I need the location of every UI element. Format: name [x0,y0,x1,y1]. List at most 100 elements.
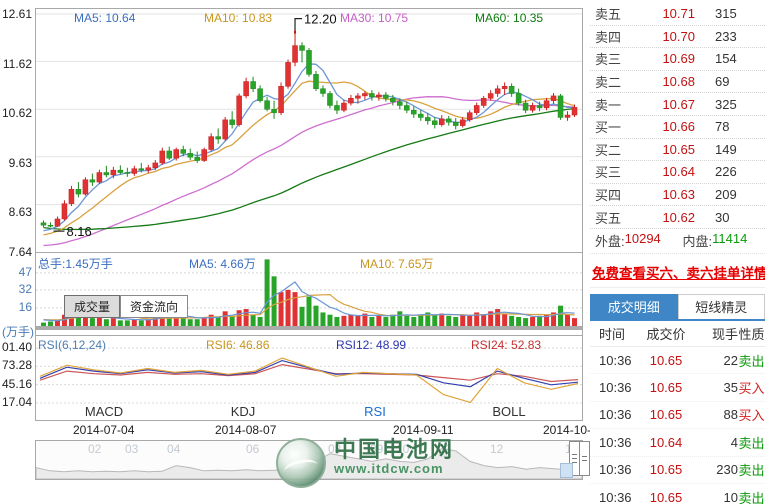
order-book-level-label: 卖四 [590,27,635,46]
volume-tab-volume[interactable]: 成交量 [64,295,120,318]
volume-legend-label: MA5: 4.66万 [189,255,256,272]
tick-price: 10.65 [638,407,694,422]
price-axis-label: 11.62 [0,58,32,70]
order-book-row: 买四10.63209 [590,184,765,207]
tick-price: 10.65 [638,462,694,477]
tick-time: 10:36 [590,490,638,504]
volume-legend-label: MA10: 7.65万 [360,255,433,272]
order-book-volume: 226 [695,164,765,179]
svg-text:8.16: 8.16 [66,224,91,239]
inner-volume-value: 11414 [712,231,747,250]
outer-volume-value: 10294 [625,231,661,250]
order-book-level-label: 卖三 [590,49,635,68]
indicator-tab-rsi[interactable]: RSI [343,404,407,419]
order-book-volume: 78 [695,119,765,134]
tick-time: 10:36 [590,407,638,422]
volume-legend-label: 总手:1.45万手 [38,255,113,272]
volume-chart [36,253,582,335]
volume-axis-label: 32 [0,283,32,295]
rsi-legend-label: RSI24: 52.83 [471,338,541,352]
tick-time: 10:36 [590,462,638,477]
outer-volume-label: 外盘: [590,231,625,250]
inner-volume-label: 内盘: [678,231,713,250]
rsi-legend-label: RSI6: 46.86 [206,338,269,352]
date-axis-label: 2014-08-07 [215,423,276,437]
tick-volume: 22 [694,353,738,368]
tick-time: 10:36 [590,435,638,450]
order-book-row: 卖四10.70233 [590,26,765,49]
promo-link[interactable]: 免费查看买六、卖六挂单详情！ [590,259,765,288]
rsi-legend-label: RSI12: 48.99 [336,338,406,352]
tick-price: 10.64 [638,435,694,450]
price-axis-label: 9.63 [0,157,32,169]
price-axis-label: 10.62 [0,107,32,119]
tick-time: 10:36 [590,380,638,395]
tick-header-col: 现手 [694,324,738,343]
order-book-price: 10.66 [635,119,695,134]
detail-tab-genie[interactable]: 短线精灵 [678,294,765,319]
volume-unit-label: (万手) [0,326,34,338]
navigator-month-label: 09 [370,442,383,456]
order-book-volume: 149 [695,142,765,157]
navigator-month-label: 08 [328,442,341,456]
date-axis-label: 2014-09-11 [393,423,454,437]
tick-volume: 35 [694,380,738,395]
candlestick-chart: 12.20 8.16 [36,9,582,252]
order-book-row: 卖二10.6869 [590,71,765,94]
tick-row: 10:3610.644卖出 [590,429,765,456]
order-book-row: 卖三10.69154 [590,48,765,71]
ma-legend-label: MA60: 10.35 [475,11,543,25]
order-book-price: 10.65 [635,142,695,157]
detail-tabs: 成交明细短线精灵 [590,294,765,321]
order-book-volume: 69 [695,74,765,89]
navigator-pane[interactable]: 0203040607080910111214 [35,440,583,480]
order-book-volume: 233 [695,29,765,44]
tick-price: 10.65 [638,380,694,395]
rsi-axis-label: 45.16 [0,378,32,390]
order-book-level-label: 买一 [590,117,635,136]
order-book-price: 10.70 [635,29,695,44]
rsi-legend-label: RSI(6,12,24) [38,338,106,352]
date-axis-label: 2014-07-04 [73,423,134,437]
indicator-tab-macd[interactable]: MACD [72,404,136,419]
tick-volume: 10 [694,490,738,504]
tick-row: 10:3610.6522卖出 [590,347,765,374]
order-book-volume: 325 [695,97,765,112]
tick-side: 买入 [738,378,765,397]
order-book-price: 10.67 [635,97,695,112]
indicator-tab-kdj[interactable]: KDJ [211,404,275,419]
navigator-month-label: 02 [88,442,101,456]
tick-table: 10:3610.6522卖出10:3610.6535买入10:3610.6588… [590,347,765,504]
order-book-price: 10.68 [635,74,695,89]
price-axis-label: 8.63 [0,206,32,218]
tick-volume: 230 [694,462,738,477]
stock-chart-window: 12.208.16 MA5: 10.64MA10: 10.83MA30: 10.… [0,0,765,504]
ma-legend-label: MA30: 10.75 [340,11,408,25]
volume-source-tabs: 成交量资金流向 [64,295,188,318]
price-axis-label: 7.64 [0,246,32,258]
price-chart-pane: 12.208.16 MA5: 10.64MA10: 10.83MA30: 10.… [35,8,583,253]
volume-axis-label: 16 [0,301,32,313]
navigator-month-label: 06 [246,442,259,456]
detail-tab-tick[interactable]: 成交明细 [590,294,678,319]
outer-inner-volume-row: 外盘: 10294 内盘: 11414 [590,229,765,254]
tick-time: 10:36 [590,353,638,368]
order-book: 卖五10.71315卖四10.70233卖三10.69154卖二10.6869卖… [590,0,765,229]
navigator-range-end[interactable] [560,463,573,478]
volume-pane: 总手:1.45万手 MA5: 4.66万 MA10: 7.65万 成交量资金流向 [35,252,583,336]
volume-axis-label: 47 [0,266,32,278]
order-book-price: 10.64 [635,164,695,179]
volume-tab-moneyflow[interactable]: 资金流向 [120,295,188,318]
order-book-row: 卖五10.71315 [590,3,765,26]
tick-volume: 4 [694,435,738,450]
rsi-pane: RSI(6,12,24) RSI6: 46.86 RSI12: 48.99 RSI24… [35,335,583,421]
svg-text:12.20: 12.20 [304,12,337,27]
tick-table-header: 时间成交价现手性质 [590,321,765,347]
tick-row: 10:3610.6588买入 [590,402,765,429]
order-book-volume: 209 [695,187,765,202]
rsi-axis-label: 73.28 [0,359,32,371]
order-book-level-label: 买五 [590,208,635,227]
tick-row: 10:3610.6535买入 [590,374,765,401]
indicator-tab-boll[interactable]: BOLL [477,404,541,419]
tick-row: 10:3610.6510卖出 [590,484,765,504]
